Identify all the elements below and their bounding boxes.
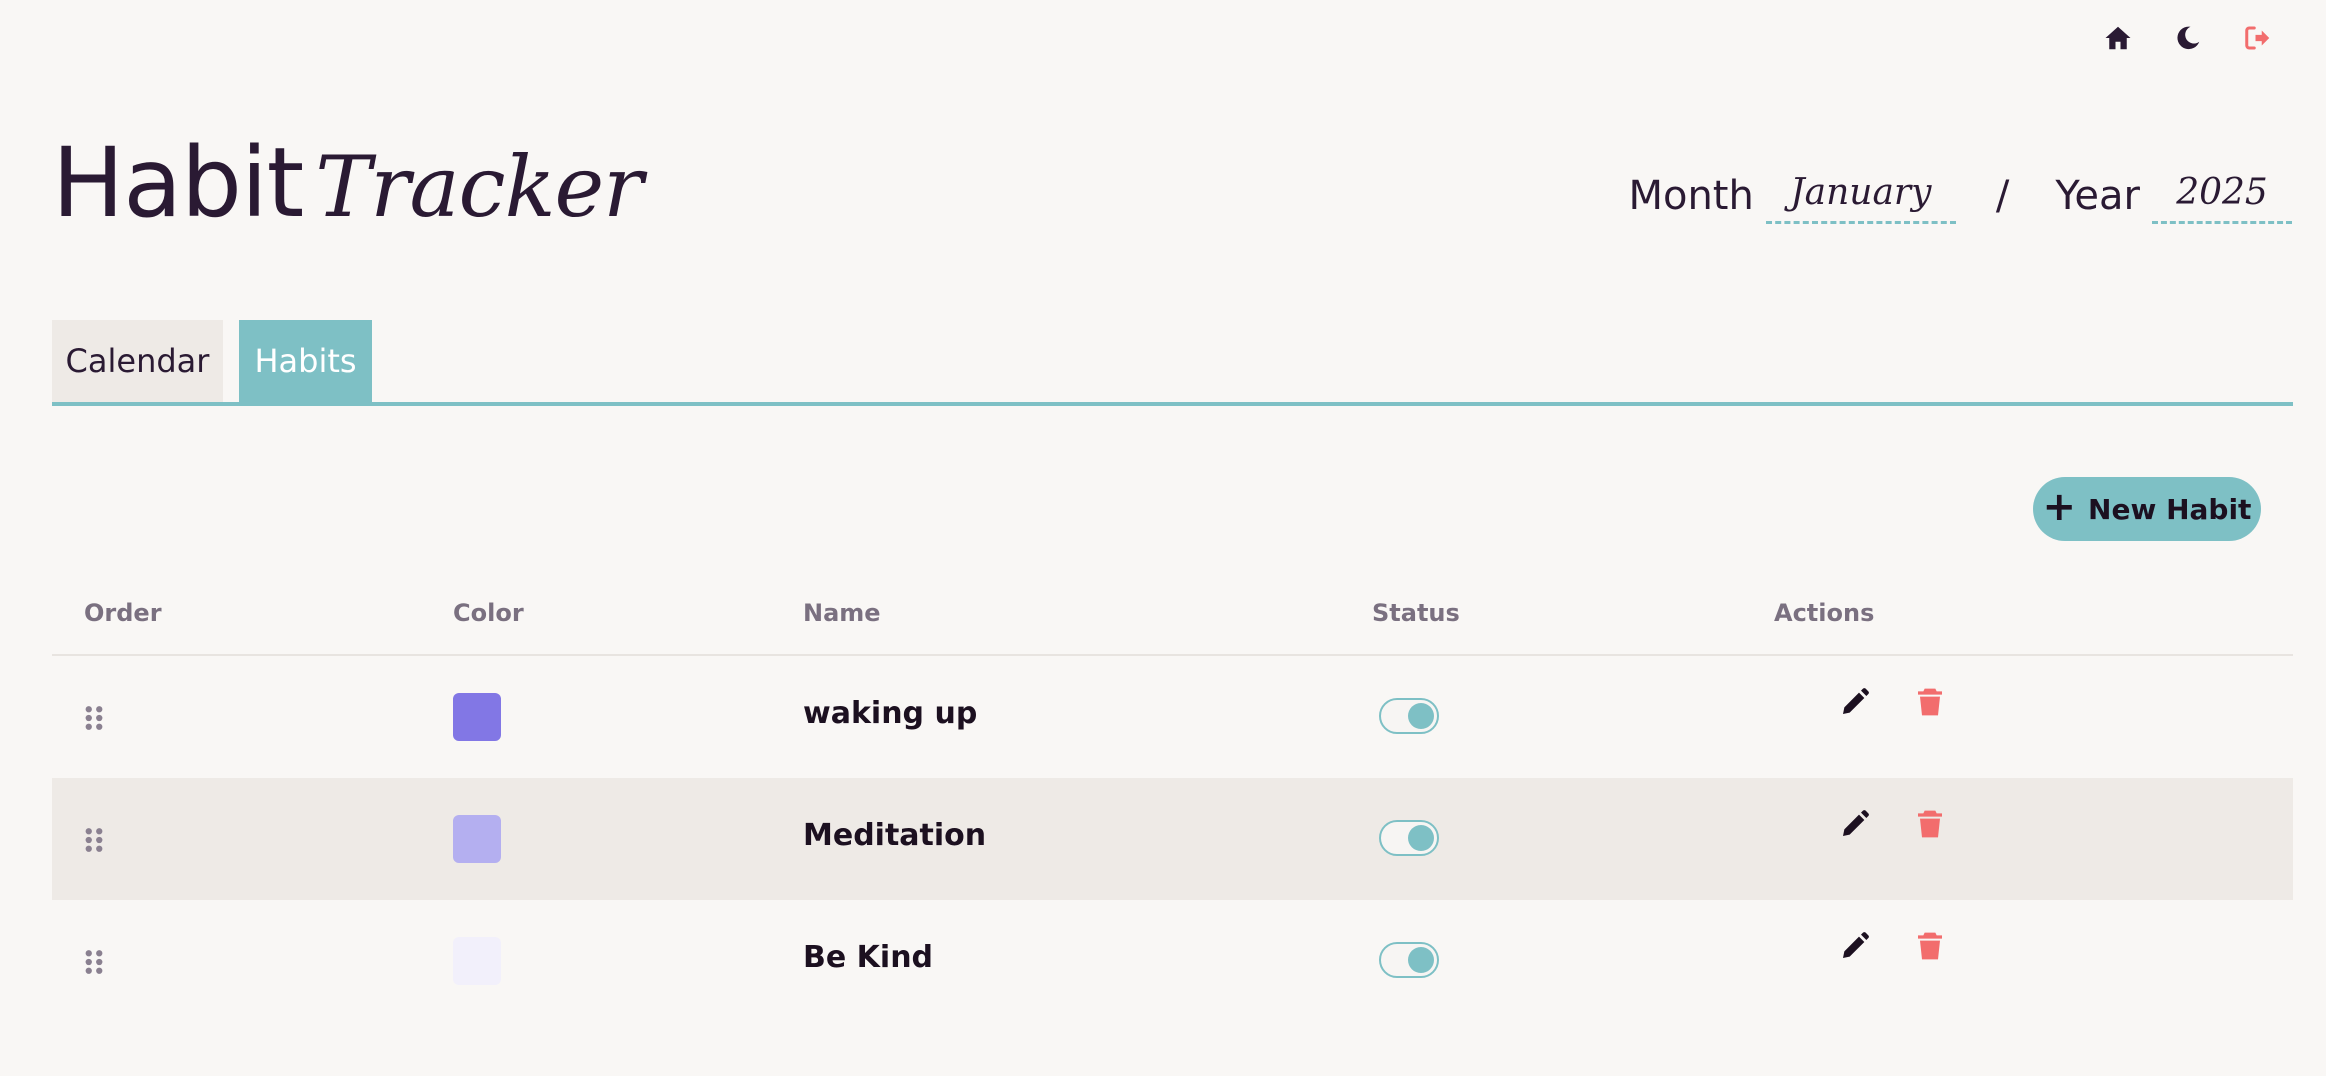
header-order: Order (84, 599, 162, 627)
moon-icon[interactable] (2172, 22, 2204, 54)
pencil-icon[interactable] (1839, 930, 1871, 962)
toggle-knob (1408, 947, 1434, 973)
period-selector: Month January / Year 2025 (1628, 165, 2292, 224)
toggle-knob (1408, 825, 1434, 851)
tab-habits[interactable]: Habits (239, 320, 372, 402)
table-row: Meditation (52, 778, 2293, 900)
drag-handle-icon[interactable] (82, 704, 106, 732)
logout-icon[interactable] (2242, 22, 2274, 54)
trash-icon[interactable] (1914, 686, 1946, 718)
drag-handle-icon[interactable] (82, 826, 106, 854)
month-input[interactable]: January (1765, 165, 1956, 224)
month-label: Month (1628, 173, 1754, 219)
header-name: Name (803, 599, 881, 627)
pencil-icon[interactable] (1839, 686, 1871, 718)
top-bar (2102, 22, 2274, 54)
title-plain: Habit (52, 127, 304, 239)
header-status: Status (1372, 599, 1460, 627)
pencil-icon[interactable] (1839, 808, 1871, 840)
table-row: waking up (52, 656, 2293, 778)
period-separator: / (1995, 173, 2010, 219)
new-habit-label: New Habit (2088, 492, 2252, 526)
drag-handle-icon[interactable] (82, 948, 106, 976)
habit-name: Meditation (803, 818, 987, 853)
color-swatch (453, 815, 501, 863)
header-color: Color (453, 599, 524, 627)
header-actions: Actions (1774, 599, 1875, 627)
color-swatch (453, 693, 501, 741)
trash-icon[interactable] (1914, 808, 1946, 840)
color-swatch (453, 937, 501, 985)
habit-name: Be Kind (803, 940, 934, 975)
tab-bar: Calendar Habits (52, 320, 2293, 406)
home-icon[interactable] (2102, 22, 2134, 54)
habit-name: waking up (803, 696, 978, 731)
trash-icon[interactable] (1914, 930, 1946, 962)
year-label: Year (2055, 173, 2140, 219)
year-input[interactable]: 2025 (2152, 165, 2292, 224)
status-toggle[interactable] (1379, 698, 1439, 734)
table-header: Order Color Name Status Actions (52, 584, 2293, 656)
plus-icon: + (2042, 484, 2077, 530)
habits-table: Order Color Name Status Actions waking u… (52, 584, 2293, 1022)
tab-calendar[interactable]: Calendar (52, 320, 223, 402)
title-script: Tracker (315, 138, 643, 236)
toggle-knob (1408, 703, 1434, 729)
status-toggle[interactable] (1379, 820, 1439, 856)
page-title: Habit Tracker (52, 135, 643, 231)
new-habit-button[interactable]: + New Habit (2033, 477, 2261, 541)
status-toggle[interactable] (1379, 942, 1439, 978)
table-row: Be Kind (52, 900, 2293, 1022)
